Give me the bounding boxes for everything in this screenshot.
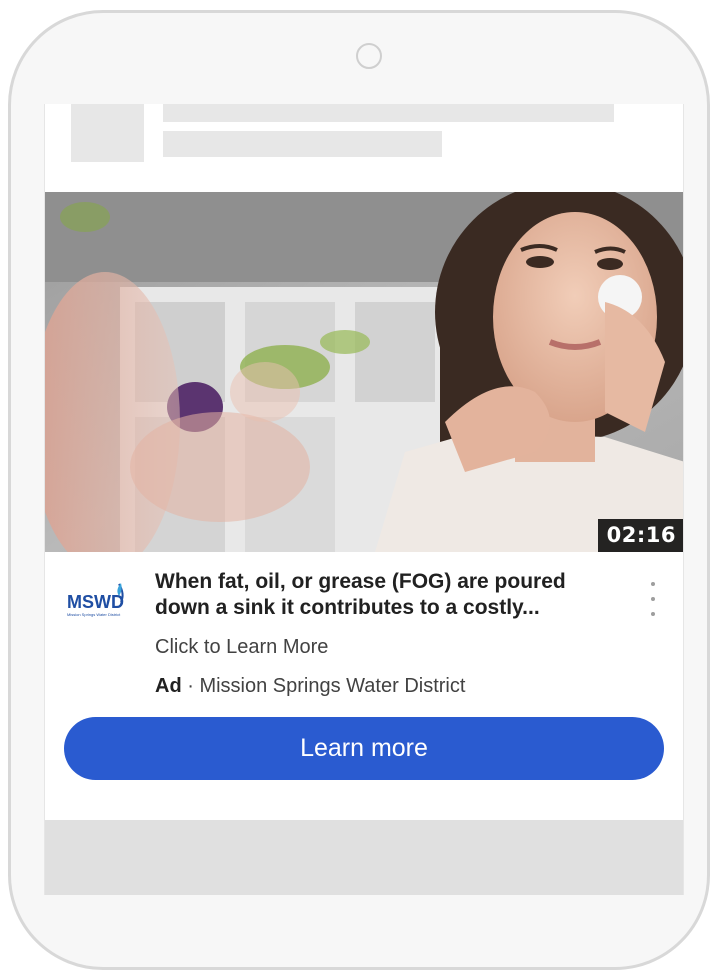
logo-subtext: Mission Springs Water District <box>67 612 121 617</box>
dot <box>651 597 655 601</box>
advertiser-logo[interactable]: MSWD Mission Springs Water District <box>63 580 135 620</box>
separator: · <box>181 675 200 697</box>
dot <box>651 612 655 616</box>
learn-more-button[interactable]: Learn more <box>64 717 664 780</box>
placeholder-thumbnail <box>71 104 144 162</box>
ad-badge: Ad <box>155 675 182 697</box>
dot <box>651 582 655 586</box>
video-image <box>45 192 683 552</box>
logo-text: MSWD <box>67 592 124 612</box>
ad-cta-text[interactable]: Click to Learn More <box>155 636 328 659</box>
ad-attribution: Ad · Mission Springs Water District <box>155 675 465 698</box>
video-thumbnail[interactable]: 02:16 <box>45 192 683 552</box>
more-vert-icon[interactable] <box>645 582 661 616</box>
advertiser-name: Mission Springs Water District <box>199 675 466 697</box>
placeholder-line <box>163 104 614 122</box>
phone-screen: 02:16 MSWD Mission Springs Water Distric… <box>44 104 684 895</box>
video-duration-badge: 02:16 <box>597 519 683 552</box>
ad-title[interactable]: When fat, oil, or grease (FOG) are poure… <box>155 569 595 621</box>
camera-icon <box>356 43 382 69</box>
placeholder-line <box>163 131 442 157</box>
placeholder-bottom <box>45 820 683 895</box>
